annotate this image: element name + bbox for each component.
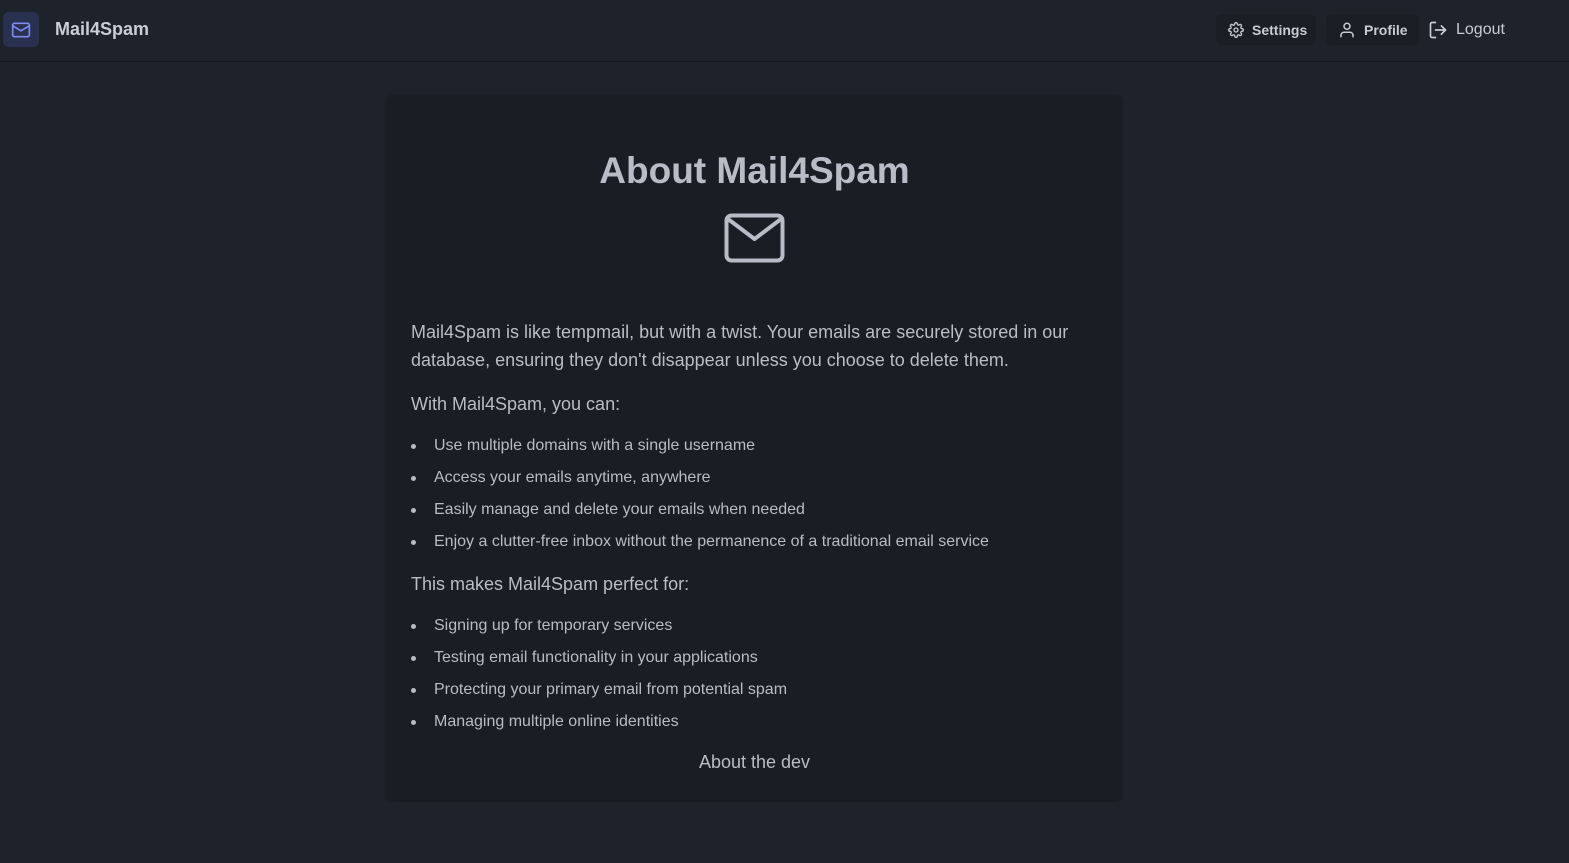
list-item: Easily manage and delete your emails whe… <box>411 499 989 531</box>
brand-name[interactable]: Mail4Spam <box>55 19 149 40</box>
list-item: Access your emails anytime, anywhere <box>411 467 989 499</box>
about-dev-link[interactable]: About the dev <box>0 752 1509 773</box>
logout-label: Logout <box>1456 20 1505 38</box>
list-item: Managing multiple online identities <box>411 711 787 743</box>
logout-icon <box>1429 21 1447 38</box>
settings-button[interactable]: Settings <box>1216 14 1316 45</box>
envelope-icon <box>724 213 785 263</box>
page-title: About Mail4Spam <box>599 150 910 191</box>
settings-label: Settings <box>1252 21 1308 38</box>
hero-envelope <box>724 213 785 268</box>
features-heading: With Mail4Spam, you can: <box>411 394 621 414</box>
profile-label: Profile <box>1364 21 1408 38</box>
list-item: Enjoy a clutter-free inbox without the p… <box>411 531 989 563</box>
features-list: Use multiple domains with a single usern… <box>411 435 989 563</box>
mail-icon <box>11 22 31 37</box>
list-item: Signing up for temporary services <box>411 615 787 647</box>
list-item: Testing email functionality in your appl… <box>411 647 787 679</box>
uses-heading: This makes Mail4Spam perfect for: <box>411 574 690 594</box>
top-navbar: Mail4Spam Settings Profile Logout <box>0 0 1569 62</box>
gear-icon <box>1228 21 1244 38</box>
list-item: Use multiple domains with a single usern… <box>411 435 989 467</box>
profile-button[interactable]: Profile <box>1326 14 1419 45</box>
uses-list: Signing up for temporary services Testin… <box>411 615 787 743</box>
list-item: Protecting your primary email from poten… <box>411 679 787 711</box>
intro-paragraph: Mail4Spam is like tempmail, but with a t… <box>411 322 1069 370</box>
user-icon <box>1340 22 1354 37</box>
brand-logo[interactable] <box>3 12 39 47</box>
logout-button[interactable]: Logout <box>1428 14 1518 45</box>
